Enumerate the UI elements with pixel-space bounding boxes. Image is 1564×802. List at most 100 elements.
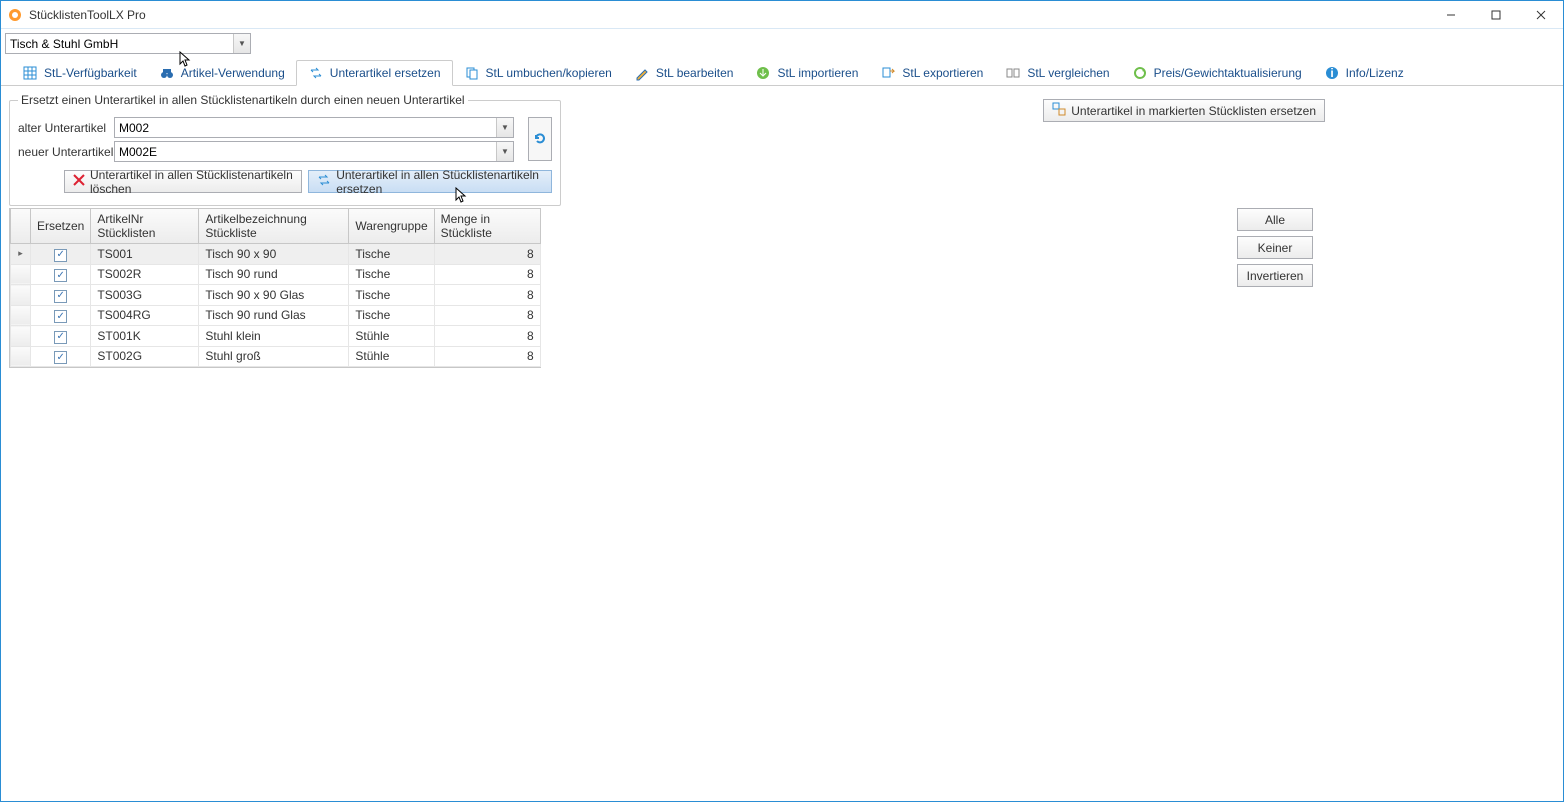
cell-bez: Tisch 90 x 90 (199, 244, 349, 265)
cell-menge: 8 (434, 346, 540, 367)
cell-ersetzen[interactable] (31, 264, 91, 285)
cell-bez: Tisch 90 rund (199, 264, 349, 285)
button-label: Keiner (1258, 241, 1293, 255)
cell-ersetzen[interactable] (31, 326, 91, 347)
cell-bez: Tisch 90 x 90 Glas (199, 285, 349, 306)
cell-ersetzen[interactable] (31, 346, 91, 367)
table-row[interactable]: TS004RGTisch 90 rund GlasTische8 (11, 305, 541, 326)
close-button[interactable] (1518, 1, 1563, 29)
copy-icon (464, 65, 480, 81)
checkbox[interactable] (54, 351, 67, 364)
refresh-price-icon (1132, 65, 1148, 81)
tab-info[interactable]: i Info/Lizenz (1313, 61, 1415, 85)
table-row[interactable]: TS001Tisch 90 x 90Tische8 (11, 244, 541, 265)
tab-label: StL bearbeiten (656, 66, 734, 80)
old-subitem-label: alter Unterartikel (18, 121, 114, 135)
window-title: StücklistenToolLX Pro (29, 8, 146, 22)
tab-label: StL-Verfügbarkeit (44, 66, 137, 80)
new-subitem-input[interactable] (115, 142, 496, 161)
refresh-button[interactable] (528, 117, 552, 161)
table-row[interactable]: TS003GTisch 90 x 90 GlasTische8 (11, 285, 541, 306)
cell-wg: Tische (349, 244, 434, 265)
replace-group: Ersetzt einen Unterartikel in allen Stüc… (9, 93, 561, 206)
table-row[interactable]: TS002RTisch 90 rundTische8 (11, 264, 541, 285)
cell-menge: 8 (434, 244, 540, 265)
delete-icon (73, 174, 85, 189)
selection-buttons: Alle Keiner Invertieren (1237, 208, 1313, 287)
minimize-button[interactable] (1428, 1, 1473, 29)
col-bez[interactable]: Artikelbezeichnung Stückliste (199, 209, 349, 244)
tab-edit[interactable]: StL bearbeiten (623, 61, 745, 85)
tab-import[interactable]: StL importieren (744, 61, 869, 85)
tab-export[interactable]: StL exportieren (869, 61, 994, 85)
cell-bez: Stuhl klein (199, 326, 349, 347)
delete-all-button[interactable]: Unterartikel in allen Stücklistenartikel… (64, 170, 302, 193)
tab-usage[interactable]: Artikel-Verwendung (148, 61, 296, 85)
button-label: Alle (1265, 213, 1285, 227)
grid-icon (22, 65, 38, 81)
select-none-button[interactable]: Keiner (1237, 236, 1313, 259)
checkbox[interactable] (54, 249, 67, 262)
compare-icon (1005, 65, 1021, 81)
maximize-button[interactable] (1473, 1, 1518, 29)
cell-artnr: TS001 (91, 244, 199, 265)
checkbox[interactable] (54, 290, 67, 303)
tab-replace-subitem[interactable]: Unterartikel ersetzen (296, 60, 453, 86)
replace-all-button[interactable]: Unterartikel in allen Stücklistenartikel… (308, 170, 552, 193)
info-icon: i (1324, 65, 1340, 81)
tab-price-weight[interactable]: Preis/Gewichtaktualisierung (1121, 61, 1313, 85)
tab-rebook-copy[interactable]: StL umbuchen/kopieren (453, 61, 623, 85)
cell-artnr: ST002G (91, 346, 199, 367)
cell-ersetzen[interactable] (31, 244, 91, 265)
svg-text:i: i (1330, 66, 1333, 80)
cell-menge: 8 (434, 305, 540, 326)
button-label: Invertieren (1247, 269, 1304, 283)
app-icon (7, 7, 23, 23)
cell-wg: Tische (349, 285, 434, 306)
tab-label: Unterartikel ersetzen (330, 66, 441, 80)
table-row[interactable]: ST002GStuhl großStühle8 (11, 346, 541, 367)
result-grid[interactable]: Ersetzen ArtikelNr Stücklisten Artikelbe… (9, 208, 541, 368)
invert-selection-button[interactable]: Invertieren (1237, 264, 1313, 287)
cell-wg: Tische (349, 305, 434, 326)
chevron-down-icon[interactable]: ▼ (496, 118, 513, 137)
old-subitem-input[interactable] (115, 118, 496, 137)
button-label: Unterartikel in markierten Stücklisten e… (1071, 104, 1316, 118)
new-subitem-label: neuer Unterartikel (18, 145, 114, 159)
cell-wg: Tische (349, 264, 434, 285)
row-indicator (11, 264, 31, 285)
chevron-down-icon[interactable]: ▼ (496, 142, 513, 161)
refresh-icon (532, 130, 548, 149)
row-indicator (11, 285, 31, 306)
tab-label: StL umbuchen/kopieren (486, 66, 612, 80)
tab-label: StL exportieren (902, 66, 983, 80)
old-subitem-combo[interactable]: ▼ (114, 117, 514, 138)
cell-menge: 8 (434, 285, 540, 306)
cell-artnr: TS002R (91, 264, 199, 285)
cell-ersetzen[interactable] (31, 285, 91, 306)
company-select-input[interactable] (6, 34, 233, 53)
new-subitem-combo[interactable]: ▼ (114, 141, 514, 162)
tab-label: Artikel-Verwendung (181, 66, 285, 80)
col-menge[interactable]: Menge in Stückliste (434, 209, 540, 244)
tab-label: StL vergleichen (1027, 66, 1109, 80)
select-all-button[interactable]: Alle (1237, 208, 1313, 231)
replace-selected-button[interactable]: Unterartikel in markierten Stücklisten e… (1043, 99, 1325, 122)
col-artnr[interactable]: ArtikelNr Stücklisten (91, 209, 199, 244)
company-select[interactable]: ▼ (5, 33, 251, 54)
checkbox[interactable] (54, 331, 67, 344)
chevron-down-icon[interactable]: ▼ (233, 34, 250, 53)
col-ersetzen[interactable]: Ersetzen (31, 209, 91, 244)
cursor-icon (455, 187, 469, 208)
checkbox[interactable] (54, 310, 67, 323)
cell-artnr: TS003G (91, 285, 199, 306)
tab-availability[interactable]: StL-Verfügbarkeit (11, 61, 148, 85)
cell-menge: 8 (434, 326, 540, 347)
table-row[interactable]: ST001KStuhl kleinStühle8 (11, 326, 541, 347)
tab-label: Preis/Gewichtaktualisierung (1154, 66, 1302, 80)
row-indicator (11, 244, 31, 265)
checkbox[interactable] (54, 269, 67, 282)
tab-compare[interactable]: StL vergleichen (994, 61, 1120, 85)
col-wg[interactable]: Warengruppe (349, 209, 434, 244)
cell-ersetzen[interactable] (31, 305, 91, 326)
